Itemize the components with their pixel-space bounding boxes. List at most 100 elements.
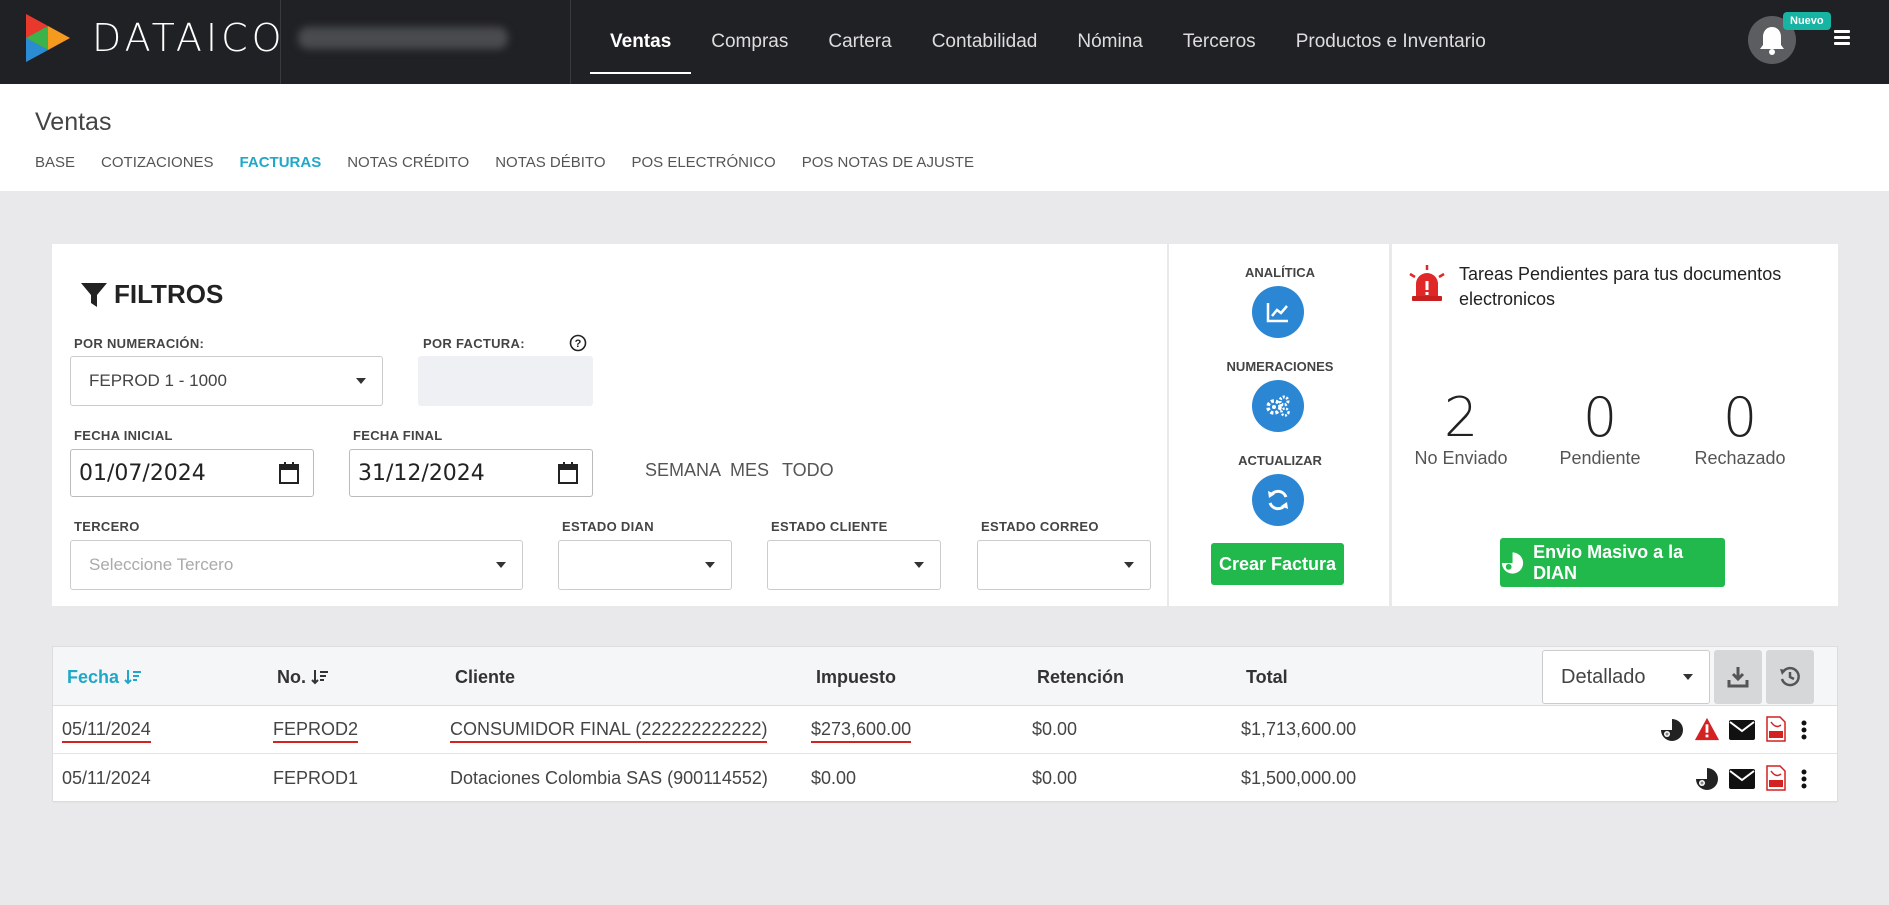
page-title: Ventas <box>35 108 112 136</box>
fecha-inicial-input[interactable]: 01/07/2024 <box>70 449 314 497</box>
envio-masivo-button[interactable]: Envio Masivo a la DIAN <box>1500 538 1725 587</box>
actualizar-button[interactable] <box>1252 474 1304 526</box>
counter-label: Pendiente <box>1559 448 1641 468</box>
numeracion-select[interactable]: FEPROD 1 - 1000 <box>70 356 383 406</box>
counter-pendiente[interactable]: 0 Pendiente <box>1525 388 1675 469</box>
cell-impuesto: $0.00 <box>811 768 857 788</box>
quick-todo[interactable]: TODO <box>782 460 834 481</box>
view-mode-value: Detallado <box>1561 665 1646 688</box>
nav-productos-inventario[interactable]: Productos e Inventario <box>1276 10 1506 74</box>
divider <box>280 0 281 84</box>
tab-base[interactable]: BASE <box>35 154 75 171</box>
counter-rechazado[interactable]: 0 Rechazado <box>1665 388 1815 469</box>
numeracion-value: FEPROD 1 - 1000 <box>89 371 227 390</box>
main-nav: Ventas Compras Cartera Contabilidad Nómi… <box>590 0 1506 84</box>
envio-masivo-label: Envio Masivo a la DIAN <box>1533 541 1684 583</box>
table-row[interactable]: 05/11/2024 FEPROD1 Dotaciones Colombia S… <box>53 755 1837 803</box>
counter-value: 0 <box>1582 386 1618 449</box>
counter-label: No Enviado <box>1414 448 1508 468</box>
col-no[interactable]: No. <box>277 667 329 688</box>
dataico-logo-icon[interactable] <box>22 12 74 64</box>
tab-pos-electronico[interactable]: POS ELECTRÓNICO <box>631 154 775 171</box>
sort-desc-icon[interactable] <box>124 669 142 685</box>
help-icon[interactable]: ? <box>569 334 587 352</box>
numeraciones-button[interactable] <box>1252 380 1304 432</box>
download-button[interactable] <box>1714 650 1762 704</box>
filters-title-text: FILTROS <box>114 279 224 309</box>
history-icon <box>1780 666 1800 687</box>
page-header: Ventas BASE COTIZACIONES FACTURAS NOTAS … <box>0 84 1889 191</box>
counter-value: 0 <box>1722 386 1758 449</box>
col-no-label: No. <box>277 667 306 687</box>
tab-pos-notas-ajuste[interactable]: POS NOTAS DE AJUSTE <box>802 154 974 171</box>
warning-icon[interactable] <box>1694 716 1720 742</box>
quick-mes[interactable]: MES <box>730 460 769 481</box>
counter-label: Rechazado <box>1694 448 1786 468</box>
estado-dian-select[interactable] <box>558 540 732 590</box>
filters-title: FILTROS <box>80 279 223 310</box>
hamburger-menu-icon[interactable] <box>1834 30 1850 46</box>
view-mode-select[interactable]: Detallado <box>1542 650 1710 704</box>
tab-cotizaciones[interactable]: COTIZACIONES <box>101 154 214 171</box>
numeraciones-label: NUMERACIONES <box>1226 359 1334 374</box>
calendar-icon[interactable] <box>279 462 299 484</box>
tercero-select[interactable]: Seleccione Tercero <box>70 540 523 590</box>
dian-status-icon[interactable] <box>1694 766 1720 792</box>
tareas-title: Tareas Pendientes para tus documentos el… <box>1459 264 1782 309</box>
nav-nomina[interactable]: Nómina <box>1057 10 1162 74</box>
quick-semana[interactable]: SEMANA <box>645 460 721 481</box>
tab-notas-credito[interactable]: NOTAS CRÉDITO <box>347 154 469 171</box>
cell-fecha: 05/11/2024 <box>62 768 151 788</box>
analitica-button[interactable] <box>1252 286 1304 338</box>
nav-terceros[interactable]: Terceros <box>1163 10 1276 74</box>
pdf-icon[interactable] <box>1763 765 1789 791</box>
company-name-blurred[interactable] <box>298 27 508 49</box>
fecha-inicial-value: 01/07/2024 <box>79 460 206 486</box>
email-icon[interactable] <box>1729 717 1755 743</box>
table-row[interactable]: 05/11/2024 FEPROD2 CONSUMIDOR FINAL (222… <box>53 706 1837 754</box>
estado-cliente-select[interactable] <box>767 540 941 590</box>
nav-ventas[interactable]: Ventas <box>590 10 692 74</box>
caret-down-icon <box>496 562 506 568</box>
cell-impuesto: $273,600.00 <box>811 719 912 743</box>
analitica-label: ANALÍTICA <box>1244 265 1316 280</box>
sort-desc-icon[interactable] <box>311 669 329 685</box>
tercero-label: TERCERO <box>74 519 140 534</box>
estado-correo-label: ESTADO CORREO <box>981 519 1099 534</box>
svg-text:?: ? <box>575 338 582 350</box>
gears-icon <box>1266 395 1290 417</box>
more-options-icon[interactable] <box>1791 766 1817 792</box>
tab-notas-debito[interactable]: NOTAS DÉBITO <box>495 154 605 171</box>
more-options-icon[interactable] <box>1791 717 1817 743</box>
caret-down-icon <box>356 378 366 384</box>
nav-contabilidad[interactable]: Contabilidad <box>912 10 1058 74</box>
caret-down-icon <box>914 562 924 568</box>
actualizar-label: ACTUALIZAR <box>1238 453 1322 468</box>
estado-dian-label: ESTADO DIAN <box>562 519 654 534</box>
col-fecha[interactable]: Fecha <box>67 667 142 688</box>
bell-icon <box>1760 27 1784 55</box>
estado-correo-select[interactable] <box>977 540 1151 590</box>
tab-facturas[interactable]: FACTURAS <box>240 154 322 171</box>
tercero-placeholder: Seleccione Tercero <box>89 555 234 574</box>
download-icon <box>1727 667 1749 688</box>
cell-no: FEPROD1 <box>273 768 359 788</box>
col-cliente: Cliente <box>455 667 516 687</box>
history-button[interactable] <box>1766 650 1814 704</box>
counter-no-enviado[interactable]: 2 No Enviado <box>1386 388 1536 469</box>
nav-compras[interactable]: Compras <box>691 10 808 74</box>
factura-input[interactable] <box>418 356 593 406</box>
cell-total: $1,500,000.00 <box>1241 768 1357 788</box>
cell-total: $1,713,600.00 <box>1241 719 1357 739</box>
nav-cartera[interactable]: Cartera <box>808 10 911 74</box>
factura-label: POR FACTURA: <box>423 336 525 351</box>
email-icon[interactable] <box>1729 766 1755 792</box>
col-fecha-label: Fecha <box>67 667 120 687</box>
dian-status-icon[interactable] <box>1659 717 1685 743</box>
brand-name[interactable]: DATAICO <box>92 16 286 60</box>
fecha-final-input[interactable]: 31/12/2024 <box>349 449 593 497</box>
calendar-icon[interactable] <box>558 462 578 484</box>
fecha-final-value: 31/12/2024 <box>358 460 485 486</box>
crear-factura-button[interactable]: Crear Factura <box>1211 543 1344 585</box>
pdf-icon[interactable] <box>1763 716 1789 742</box>
